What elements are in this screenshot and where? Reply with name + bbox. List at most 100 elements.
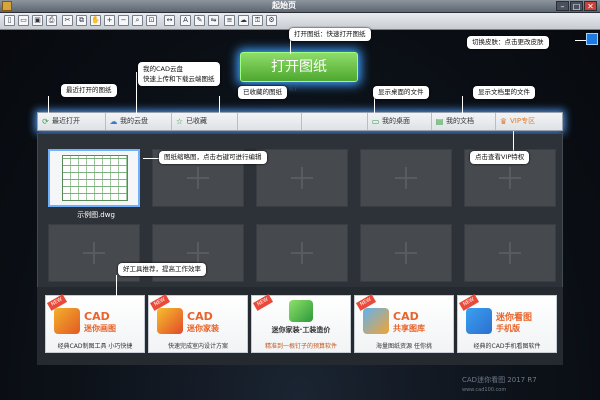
open-drawing-button[interactable]: 打开图纸	[240, 52, 358, 82]
nav-vip[interactable]: ♛ VIP专区	[496, 113, 562, 130]
nav-cloud[interactable]: ☁ 我的云盘	[106, 113, 172, 130]
tool-name: CAD	[84, 310, 110, 323]
lock-icon[interactable]: ⚿	[252, 15, 263, 26]
zoom-in-icon[interactable]: +	[104, 15, 115, 26]
empty-slot[interactable]	[360, 224, 452, 282]
callout-line	[219, 96, 220, 114]
cut-icon[interactable]: ✂	[62, 15, 73, 26]
tool-name: CAD	[393, 310, 419, 323]
save-icon[interactable]: ▣	[32, 15, 43, 26]
tool-name: 迷你看图	[496, 313, 533, 323]
skin-switch-icon[interactable]	[586, 33, 598, 45]
callout-line	[116, 275, 117, 297]
compare-icon[interactable]: ⇋	[208, 15, 219, 26]
add-icon	[291, 167, 313, 189]
nav-empty-2	[302, 113, 368, 130]
add-icon	[499, 242, 521, 264]
add-icon	[395, 167, 417, 189]
close-button[interactable]: ✕	[584, 1, 597, 11]
minimize-button[interactable]: –	[556, 1, 569, 11]
nav-documents-label: 我的文档	[446, 117, 474, 125]
nav-favorites-label: 已收藏	[186, 117, 207, 125]
maximize-button[interactable]: □	[570, 1, 583, 11]
empty-slot[interactable]	[256, 149, 348, 207]
callout-line	[143, 158, 159, 159]
tool-description: 精准到一根钉子的预算软件	[264, 343, 337, 350]
pan-icon[interactable]: ✋	[90, 15, 101, 26]
zoom-window-icon[interactable]: ⌕	[132, 15, 143, 26]
tooltip-favorites: 已收藏的图纸	[238, 86, 287, 99]
layer-icon[interactable]: ≡	[224, 15, 235, 26]
callout-line	[462, 96, 463, 114]
open-folder-icon[interactable]: ▭	[18, 15, 29, 26]
measure-icon[interactable]: ↔	[164, 15, 175, 26]
nav-empty-1	[238, 113, 302, 130]
zoom-out-icon[interactable]: −	[118, 15, 129, 26]
title-bar: 起始页 – □ ✕	[0, 0, 600, 13]
tooltip-recent: 最近打开的图纸	[61, 84, 117, 97]
tool-description: 海量图纸资源 任你挑	[376, 343, 432, 350]
add-icon	[291, 242, 313, 264]
tooltip-documents: 显示文档里的文件	[473, 86, 535, 99]
tool-subtitle: 共享图库	[393, 324, 425, 333]
nav-cloud-label: 我的云盘	[120, 117, 148, 125]
tool-card[interactable]: NEW CAD 迷你家装 快速完成室内设计方案	[148, 294, 248, 353]
drawing-thumbnail[interactable]: 示例图.dwg	[48, 149, 140, 219]
zoom-extents-icon[interactable]: ⊡	[146, 15, 157, 26]
cost-estimate-icon	[289, 300, 313, 322]
footer-url: www.cad100.com	[462, 387, 507, 393]
tool-card[interactable]: NEW 迷你看图 手机版 经典的CAD手机看图软件	[457, 294, 557, 353]
drawing-filename: 示例图.dwg	[77, 211, 115, 219]
add-icon	[187, 167, 209, 189]
document-icon: ▤	[435, 117, 444, 126]
tool-card[interactable]: NEW 迷你家装·工装造价 精准到一根钉子的预算软件	[251, 294, 351, 353]
nav-recent-label: 最近打开	[52, 117, 80, 125]
tool-card[interactable]: NEW CAD 共享图库 海量图纸资源 任你挑	[354, 294, 454, 353]
cloud-icon[interactable]: ☁	[238, 15, 249, 26]
callout-line	[136, 72, 137, 114]
app-window: 起始页 – □ ✕ ▯ ▭ ▣ ⎙ ✂ ⧉ ✋ + − ⌕ ⊡ ↔ A ✎ ⇋ …	[0, 0, 600, 400]
tool-name: CAD	[187, 310, 213, 323]
add-icon	[83, 242, 105, 264]
app-logo-icon	[2, 1, 12, 11]
recommended-tools: NEW CAD 迷你画图 经典CAD制图工具 小巧快捷 NEW CAD 迷你家装…	[37, 287, 563, 365]
tool-description: 经典的CAD手机看图软件	[473, 343, 541, 350]
tooltip-vip: 点击查看VIP特权	[470, 151, 530, 164]
refresh-icon: ⟳	[42, 117, 49, 126]
text-icon[interactable]: A	[180, 15, 191, 26]
callout-line	[48, 96, 49, 114]
settings-icon[interactable]: ⚙	[266, 15, 277, 26]
print-icon[interactable]: ⎙	[46, 15, 57, 26]
drawing-preview-image	[62, 155, 128, 201]
add-icon	[395, 242, 417, 264]
tool-name: 迷你家装·工装造价	[271, 326, 331, 334]
nav-documents[interactable]: ▤ 我的文档	[432, 113, 496, 130]
nav-favorites[interactable]: ☆ 已收藏	[172, 113, 238, 130]
cad-draw-icon	[54, 308, 80, 334]
tool-description: 经典CAD制图工具 小巧快捷	[57, 343, 133, 350]
tooltip-desktop: 显示桌面的文件	[373, 86, 429, 99]
home-decor-icon	[157, 308, 183, 334]
empty-slot[interactable]	[360, 149, 452, 207]
tooltip-open: 打开图纸：快速打开图纸	[289, 28, 371, 41]
footer-text: CAD迷你看图 2017 R7	[462, 376, 537, 384]
new-file-icon[interactable]: ▯	[4, 15, 15, 26]
tool-subtitle: 迷你家装	[187, 324, 219, 333]
empty-slot[interactable]	[256, 224, 348, 282]
mobile-viewer-icon	[466, 308, 492, 334]
footer-brand: CAD迷你看图 2017 R7 www.cad100.com	[462, 375, 537, 393]
crown-icon: ♛	[499, 117, 508, 126]
empty-slot[interactable]	[464, 224, 556, 282]
nav-desktop[interactable]: ▭ 我的桌面	[368, 113, 432, 130]
window-title: 起始页	[272, 1, 296, 10]
nav-recent[interactable]: ⟳ 最近打开	[38, 113, 106, 130]
tooltip-thumbnail: 图纸缩略图，点击右键可进行编辑	[159, 151, 267, 164]
dwg-library-icon	[363, 308, 389, 334]
desktop-icon: ▭	[371, 117, 380, 126]
pencil-icon[interactable]: ✎	[194, 15, 205, 26]
nav-bar: ⟳ 最近打开 ☁ 我的云盘 ☆ 已收藏 ▭ 我的桌面 ▤ 我的文档 ♛ VIP专区	[37, 112, 563, 131]
callout-line	[575, 40, 586, 41]
star-icon: ☆	[175, 117, 184, 126]
copy-icon[interactable]: ⧉	[76, 15, 87, 26]
tool-card[interactable]: NEW CAD 迷你画图 经典CAD制图工具 小巧快捷	[45, 294, 145, 353]
